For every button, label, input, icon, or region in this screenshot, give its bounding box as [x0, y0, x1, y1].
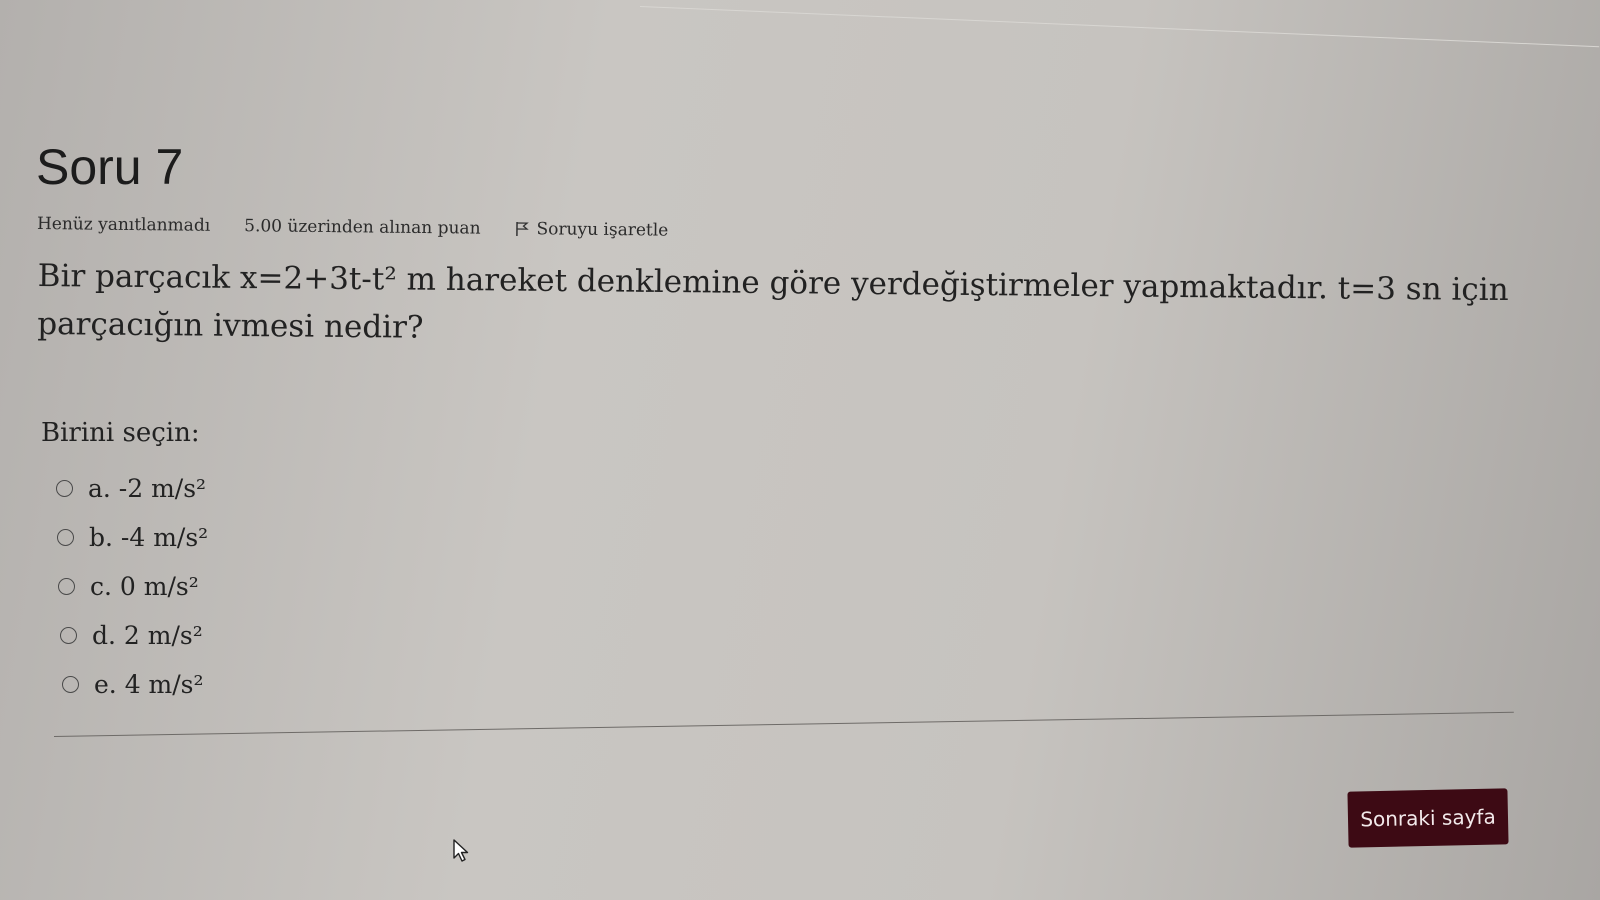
flag-icon — [514, 221, 529, 237]
question-text: Bir parçacık x=2+3t-t² m hareket denklem… — [37, 257, 1509, 346]
answer-label: e. 4 m/s² — [94, 670, 204, 699]
question-title: Soru 7 — [36, 139, 184, 195]
radio-button[interactable] — [57, 529, 74, 546]
question-state: Henüz yanıtlanmadı — [36, 214, 211, 236]
radio-button[interactable] — [60, 627, 77, 644]
answer-label: a. -2 m/s² — [88, 474, 207, 503]
answer-option-a[interactable]: a. -2 m/s² — [56, 464, 208, 513]
question-info: Henüz yanıtlanmadı 5.00 üzerinden alınan… — [37, 214, 669, 241]
quiz-page: Soru 7 Henüz yanıtlanmadı 5.00 üzerinden… — [0, 0, 1600, 900]
answer-options: a. -2 m/s² b. -4 m/s² c. 0 m/s² d. 2 m/s… — [56, 464, 208, 709]
mouse-pointer-icon — [452, 838, 472, 864]
radio-button[interactable] — [62, 676, 79, 693]
radio-button[interactable] — [56, 480, 73, 497]
answer-option-b[interactable]: b. -4 m/s² — [57, 513, 208, 562]
next-page-button[interactable]: Sonraki sayfa — [1347, 788, 1509, 848]
section-divider — [53, 711, 1514, 737]
answer-label: d. 2 m/s² — [92, 621, 203, 650]
flag-question-link[interactable]: Soruyu işaretle — [514, 219, 668, 241]
answer-label: b. -4 m/s² — [89, 523, 209, 552]
answer-option-e[interactable]: e. 4 m/s² — [62, 660, 208, 709]
top-border-line — [639, 6, 1600, 48]
flag-question-label: Soruyu işaretle — [536, 219, 669, 241]
radio-button[interactable] — [58, 578, 75, 595]
question-grade: 5.00 üzerinden alınan puan — [244, 216, 481, 239]
answer-prompt: Birini seçin: — [41, 418, 200, 448]
answer-option-d[interactable]: d. 2 m/s² — [60, 611, 208, 660]
answer-label: c. 0 m/s² — [90, 572, 199, 601]
answer-option-c[interactable]: c. 0 m/s² — [58, 562, 208, 611]
